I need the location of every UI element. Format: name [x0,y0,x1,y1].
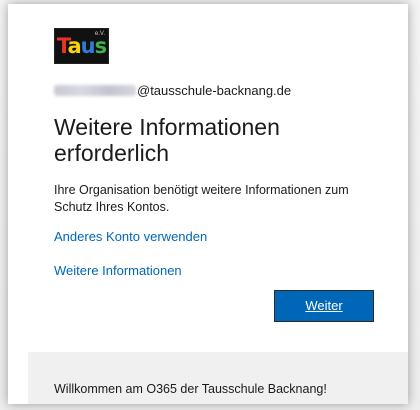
organization-logo: Taus e.V. [54,28,109,64]
more-information-link[interactable]: Weitere Informationen [54,263,182,278]
footer-banner: Willkommen am O365 der Tausschule Backna… [28,352,408,404]
footer-text: Willkommen am O365 der Tausschule Backna… [54,382,327,396]
page-title: Weitere Informationen erforderlich [54,114,280,166]
logo-wordmark: Taus [56,33,107,58]
description-text: Ihre Organisation benötigt weitere Infor… [54,183,349,214]
account-identifier: @tausschule-backnang.de [54,83,291,98]
next-button[interactable]: Weiter [274,290,374,322]
logo-superscript: e.V. [94,31,105,37]
sign-in-card: Taus e.V. @tausschule-backnang.de Weiter… [8,4,408,404]
use-another-account-link[interactable]: Anderes Konto verwenden [54,229,207,244]
redacted-username [54,85,136,96]
account-domain: @tausschule-backnang.de [137,83,292,98]
